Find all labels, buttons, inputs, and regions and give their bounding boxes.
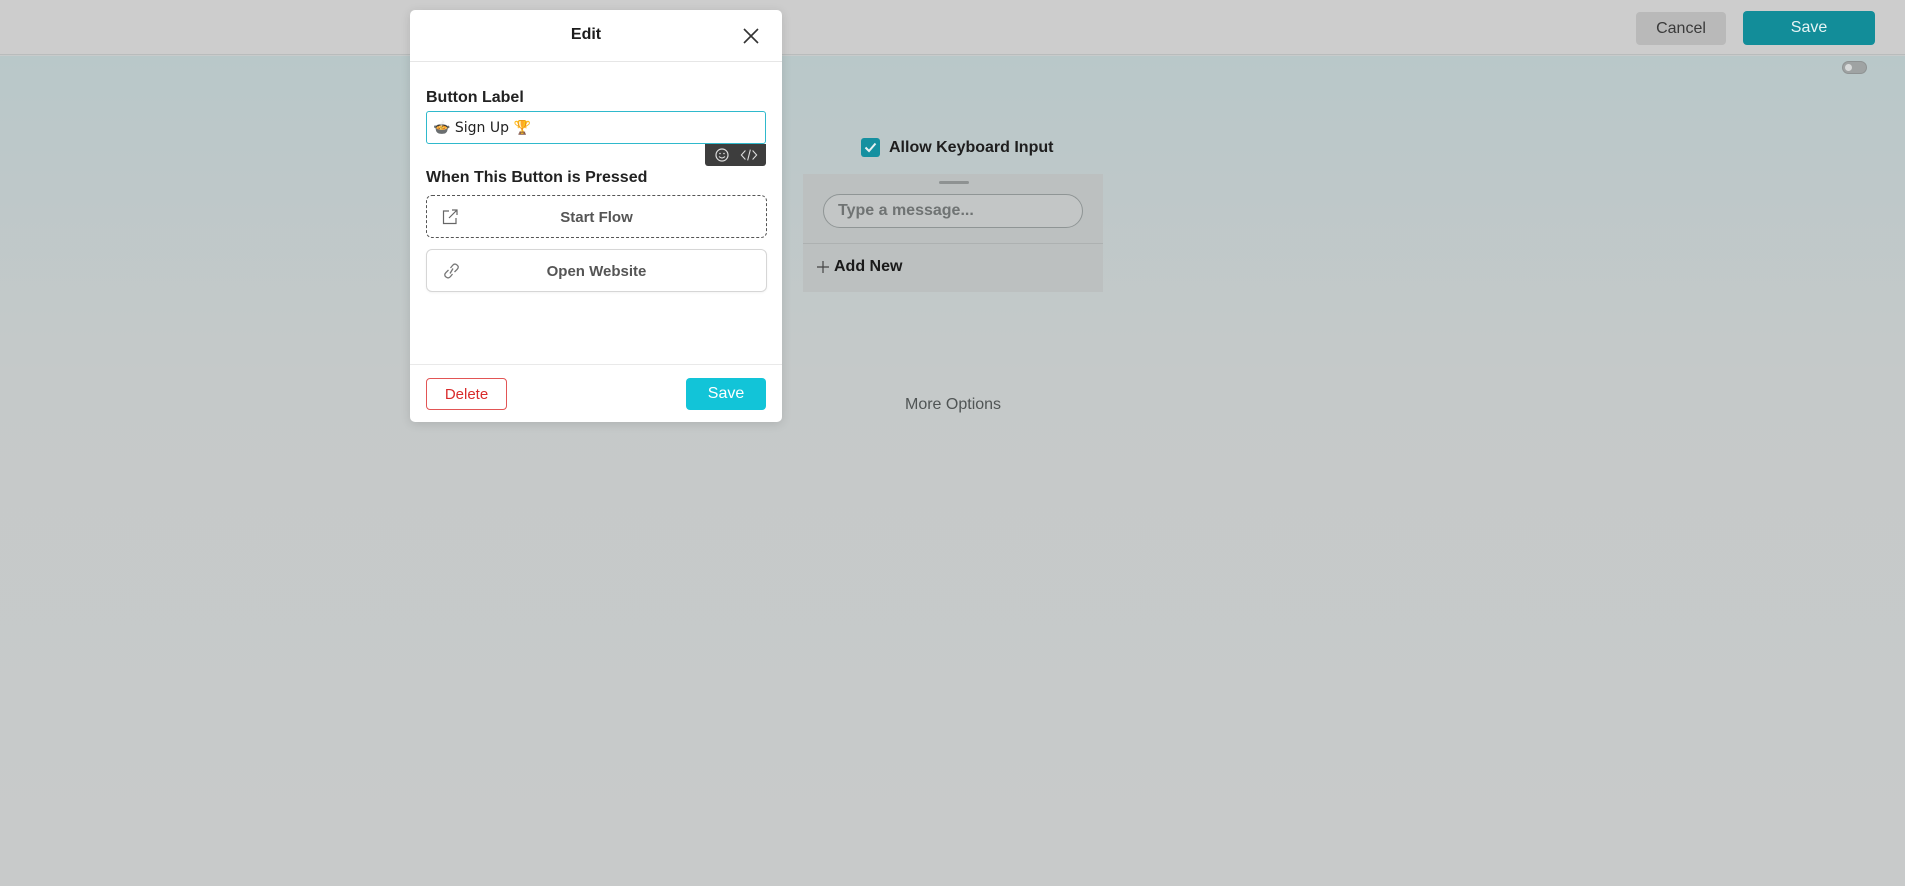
toggle-switch[interactable]: [1842, 61, 1867, 74]
more-options-link[interactable]: More Options: [905, 396, 1001, 414]
add-new-button[interactable]: Add New: [817, 258, 902, 276]
emoji-icon[interactable]: [713, 147, 731, 163]
modal-title: Edit: [570, 26, 602, 43]
close-icon[interactable]: [741, 26, 761, 46]
button-label-heading: Button Label: [426, 89, 524, 106]
top-bar: Cancel Save: [0, 0, 1905, 55]
start-flow-button[interactable]: Start Flow: [426, 195, 767, 238]
drag-handle[interactable]: [939, 181, 969, 184]
save-button[interactable]: Save: [1743, 11, 1875, 45]
modal-save-button[interactable]: Save: [686, 378, 766, 410]
cancel-button[interactable]: Cancel: [1636, 12, 1726, 45]
divider: [803, 243, 1103, 244]
start-flow-label: Start Flow: [560, 209, 633, 226]
open-website-button[interactable]: Open Website: [426, 249, 767, 292]
chat-input-panel: Add New: [803, 174, 1103, 292]
modal-footer-divider: [410, 364, 782, 365]
edit-modal: Edit Button Label When This Button is Pr…: [410, 10, 782, 422]
toggle-knob: [1845, 64, 1852, 71]
allow-keyboard-checkbox[interactable]: [861, 138, 880, 157]
plus-icon: [817, 261, 829, 273]
allow-keyboard-row[interactable]: Allow Keyboard Input: [861, 138, 1053, 157]
when-pressed-heading: When This Button is Pressed: [426, 169, 648, 186]
delete-button[interactable]: Delete: [426, 378, 507, 410]
allow-keyboard-label: Allow Keyboard Input: [889, 138, 1054, 156]
input-toolbar: [705, 144, 766, 166]
open-website-label: Open Website: [546, 263, 647, 280]
button-label-input[interactable]: [426, 111, 766, 144]
add-new-label: Add New: [834, 258, 903, 275]
message-input[interactable]: [823, 194, 1083, 228]
modal-header: Edit: [410, 10, 782, 62]
check-icon: [864, 142, 877, 153]
code-icon[interactable]: [740, 147, 758, 163]
